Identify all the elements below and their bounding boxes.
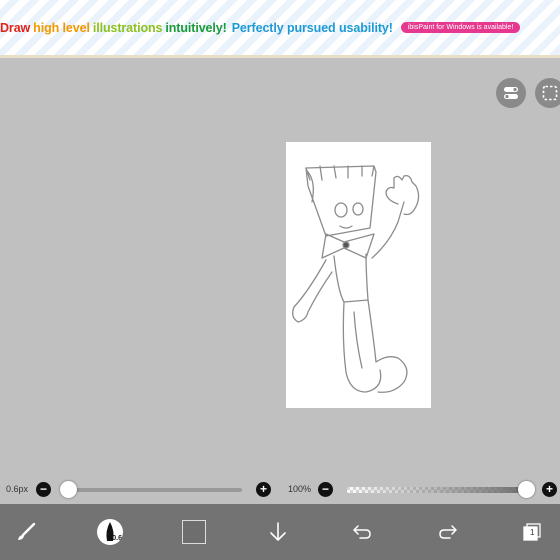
brush-size-label: 0.6px (6, 484, 29, 494)
drawing-canvas[interactable] (286, 142, 431, 408)
opacity-increase-button[interactable]: + (542, 482, 557, 497)
banner-text-draw: Draw (0, 20, 31, 35)
layers-button[interactable]: 1 (510, 510, 554, 554)
brush-size-indicator: 0.6 (97, 519, 123, 545)
banner-text-high-level: high level (33, 20, 90, 35)
ad-banner[interactable]: Draw high level illustrations intuitivel… (0, 0, 560, 58)
undo-icon (353, 525, 371, 539)
opacity-decrease-button[interactable]: − (318, 482, 333, 497)
color-swatch (182, 520, 206, 544)
selection-icon (542, 85, 558, 101)
layer-settings-button[interactable] (496, 78, 526, 108)
undo-button[interactable] (340, 510, 384, 554)
layer-settings-icon (504, 87, 518, 99)
brush-size-increase-button[interactable]: + (256, 482, 271, 497)
redo-button[interactable] (426, 510, 470, 554)
canvas-area[interactable] (0, 58, 560, 476)
banner-windows-pill[interactable]: ibisPaint for Windows is available! (400, 22, 521, 33)
color-button[interactable] (172, 510, 216, 554)
brush-size-value: 0.6 (112, 535, 122, 542)
bottom-toolbar: 0.6 1 (0, 504, 560, 560)
opacity-slider[interactable] (347, 487, 527, 493)
layer-count: 1 (530, 528, 535, 537)
opacity-slider-knob[interactable] (518, 481, 535, 498)
banner-text-illustrations: illustrations (92, 20, 163, 35)
sketch-drawing (292, 165, 420, 393)
brush-settings-button[interactable]: 0.6 (88, 510, 132, 554)
opacity-label: 100% (288, 484, 312, 494)
slider-row: 0.6px − + 100% − + (0, 476, 560, 504)
brush-size-decrease-button[interactable]: − (36, 482, 51, 497)
brush-size-slider[interactable] (60, 488, 242, 492)
banner-text-usability: Perfectly pursued usability! (231, 20, 393, 35)
download-button[interactable] (256, 510, 300, 554)
brush-icon (18, 522, 36, 540)
brush-size-slider-knob[interactable] (60, 481, 77, 498)
selection-button[interactable] (535, 78, 560, 108)
brush-tool-button[interactable] (4, 510, 48, 554)
redo-icon (439, 525, 457, 539)
download-arrow-icon (270, 522, 286, 541)
banner-text-intuitively: intuitively! (165, 20, 227, 35)
